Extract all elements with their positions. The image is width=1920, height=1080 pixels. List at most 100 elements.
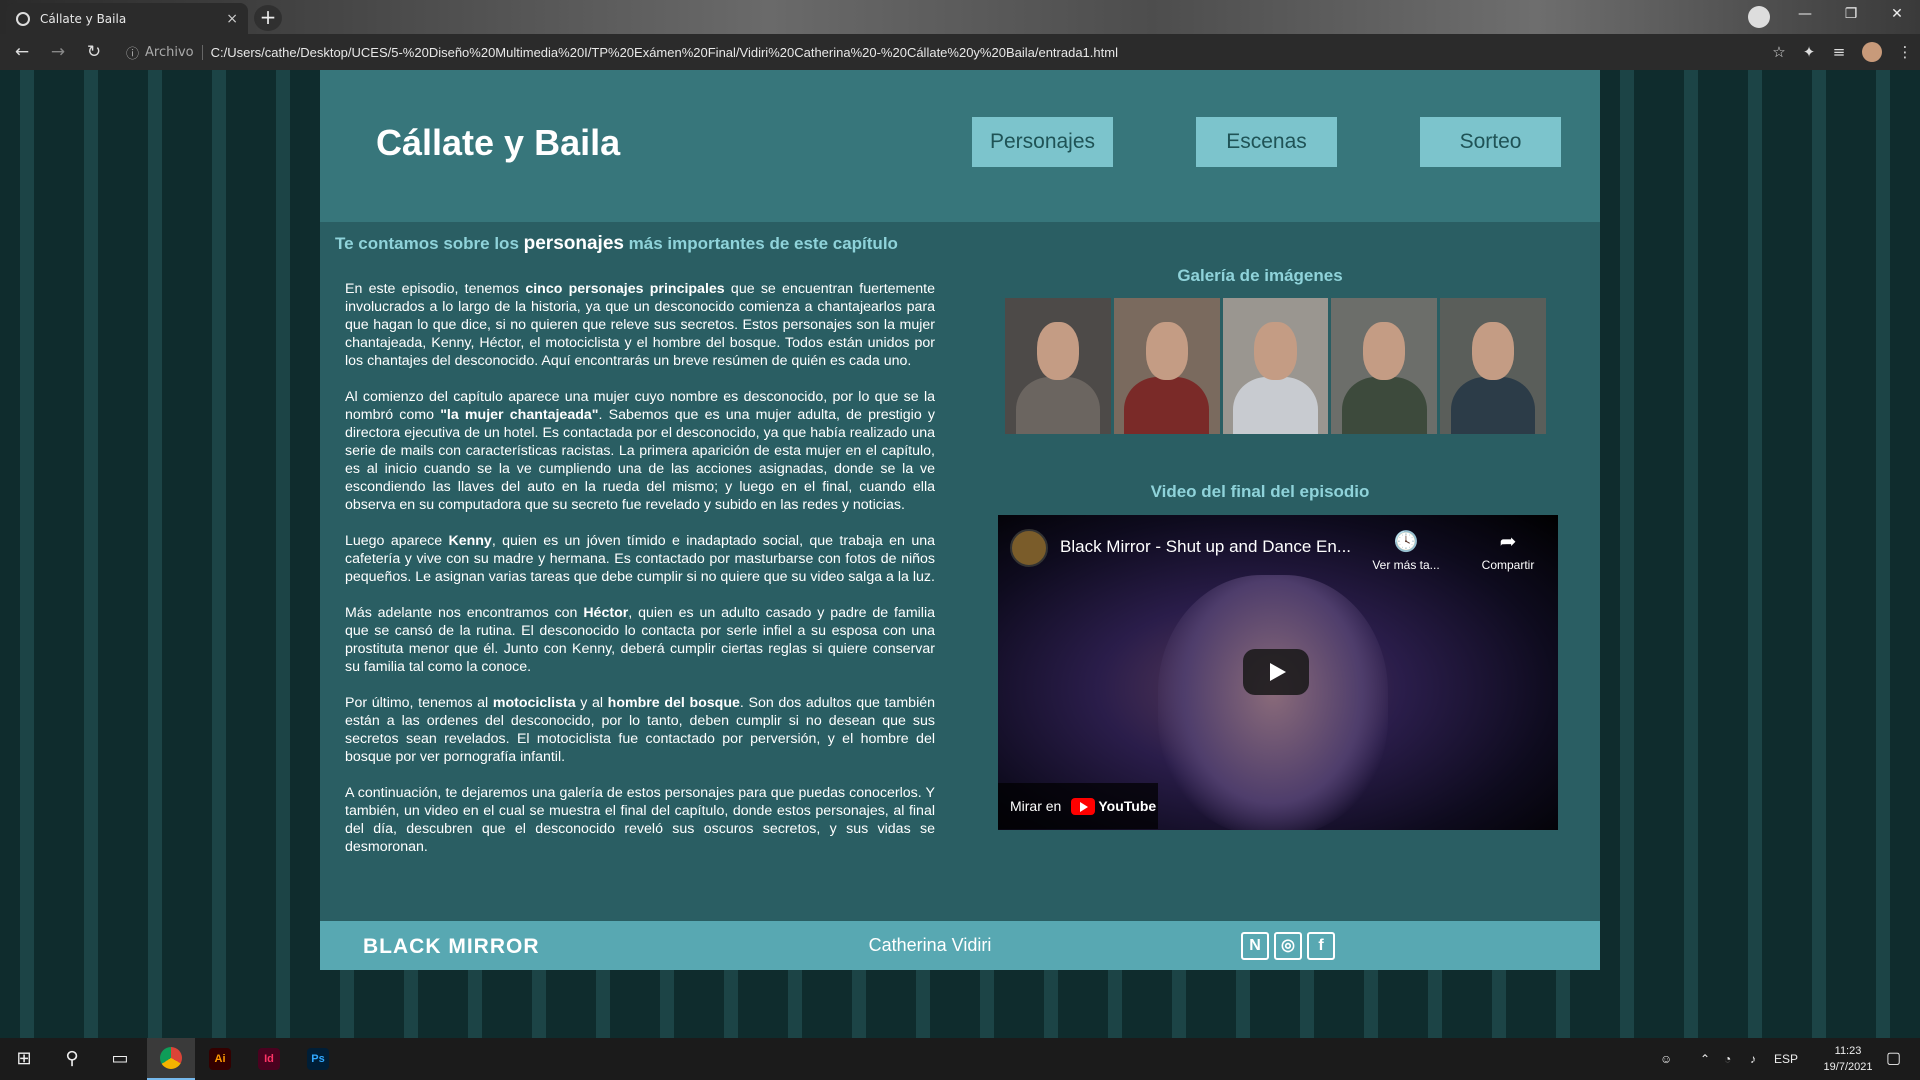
paragraph-text: Luego aparece <box>345 533 449 549</box>
clock-time: 11:23 <box>1834 1045 1862 1057</box>
browser-tab[interactable]: Cállate y Baila × <box>6 3 248 34</box>
windows-start-icon[interactable]: ⊞ <box>0 1038 48 1080</box>
share-icon: ➦ <box>1499 531 1517 553</box>
paragraph-text: y al <box>575 695 608 711</box>
thumbnail-figure <box>1124 376 1209 434</box>
back-icon[interactable]: ← <box>8 42 36 62</box>
profile-menu-icon[interactable] <box>1748 6 1770 28</box>
gallery-thumbnail[interactable] <box>1440 298 1546 434</box>
paragraph-text: En este episodio, tenemos <box>345 281 526 297</box>
thumbnail-face <box>1036 322 1080 380</box>
site-container: Cállate y Baila Personajes Escenas Sorte… <box>320 70 1600 970</box>
instagram-icon[interactable]: ◎ <box>1274 932 1302 960</box>
tab-title: Cállate y Baila <box>40 11 127 26</box>
watch-on-youtube-button[interactable]: Mirar en YouTube <box>998 783 1158 829</box>
notifications-icon[interactable]: ▢ <box>1886 1038 1901 1080</box>
system-clock[interactable]: 11:23 19/7/2021 <box>1818 1043 1878 1075</box>
reload-icon[interactable]: ↻ <box>80 42 108 62</box>
paragraph-text: Más adelante nos encontramos con <box>345 605 584 621</box>
article-paragraph: Más adelante nos encontramos con Héctor,… <box>345 604 935 676</box>
illustrator-icon: Ai <box>209 1048 231 1070</box>
thumbnail-face <box>1363 322 1406 380</box>
clock-icon: 🕓 <box>1393 531 1419 553</box>
address-bar: ← → ↻ ⓘ Archivo C:/Users/cathe/Desktop/U… <box>0 34 1920 70</box>
info-icon[interactable]: ⓘ <box>126 43 139 62</box>
intro-pre: Te contamos sobre los <box>335 234 524 253</box>
forward-icon[interactable]: → <box>44 42 72 62</box>
watch-later-button[interactable]: 🕓 Ver más ta... <box>1366 529 1446 572</box>
taskbar-illustrator[interactable]: Ai <box>196 1038 244 1080</box>
thumbnail-face <box>1145 322 1188 380</box>
url-field[interactable]: C:/Users/cathe/Desktop/UCES/5-%20Diseño%… <box>211 45 1764 60</box>
nav-personajes[interactable]: Personajes <box>972 117 1113 167</box>
search-icon[interactable]: ⚲ <box>48 1038 96 1080</box>
close-window-icon[interactable]: ✕ <box>1874 0 1920 30</box>
highlight-text: Kenny <box>448 533 492 549</box>
menu-icon[interactable]: ⋮ <box>1890 43 1920 61</box>
paragraph-text: A continuación, te dejaremos una galería… <box>345 785 935 855</box>
nav-escenas[interactable]: Escenas <box>1196 117 1337 167</box>
video-thumbnail-face <box>1158 575 1388 830</box>
task-view-icon[interactable]: ▭ <box>96 1038 144 1080</box>
gallery-title: Galería de imágenes <box>1177 266 1343 285</box>
indesign-icon: Id <box>258 1048 280 1070</box>
minimize-icon[interactable]: — <box>1782 0 1828 30</box>
clock-date: 19/7/2021 <box>1823 1061 1873 1073</box>
gallery-thumbnail[interactable] <box>1005 298 1111 434</box>
facebook-icon[interactable]: f <box>1307 932 1335 960</box>
video-embed-title[interactable]: Black Mirror - Shut up and Dance En... <box>1060 537 1351 557</box>
site-header: Cállate y Baila Personajes Escenas Sorte… <box>320 70 1600 222</box>
site-footer: BLACK MIRROR Catherina Vidiri N ◎ f <box>320 921 1600 970</box>
youtube-logo: YouTube <box>1071 797 1156 815</box>
channel-avatar[interactable] <box>1010 529 1048 567</box>
thumbnail-figure <box>1341 376 1427 434</box>
reading-list-icon[interactable]: ≡ <box>1824 43 1854 61</box>
photoshop-icon: Ps <box>307 1048 329 1070</box>
restore-icon[interactable]: ❐ <box>1828 0 1874 30</box>
thumbnail-figure <box>1450 376 1536 434</box>
site-title: Cállate y Baila <box>376 122 621 163</box>
share-label: Compartir <box>1481 558 1535 572</box>
nav-sorteo[interactable]: Sorteo <box>1420 117 1561 167</box>
volume-icon[interactable]: ♪ <box>1750 1038 1756 1080</box>
footer-author: Catherina Vidiri <box>868 935 992 955</box>
extensions-icon[interactable]: ✦ <box>1794 43 1824 61</box>
highlight-text: Héctor <box>583 605 629 621</box>
youtube-embed[interactable]: Black Mirror - Shut up and Dance En... 🕓… <box>998 515 1558 830</box>
image-gallery <box>1005 298 1546 434</box>
star-icon[interactable]: ☆ <box>1764 43 1794 61</box>
new-tab-button[interactable]: + <box>254 5 282 31</box>
watch-on-label: Mirar en <box>1010 798 1062 814</box>
windows-taskbar: ⊞ ⚲ ▭ Ai Id Ps ☺ ⌃ ◔ ♪ ESP 11:23 19/7/20… <box>0 1038 1920 1080</box>
tray-expand-icon[interactable]: ⌃ <box>1700 1038 1710 1080</box>
page-favicon-icon <box>16 11 30 26</box>
share-button[interactable]: ➦ Compartir <box>1468 529 1548 572</box>
highlight-text: hombre del bosque <box>607 695 740 711</box>
profile-avatar[interactable] <box>1862 42 1882 62</box>
thumbnail-face <box>1471 322 1515 380</box>
taskbar-indesign[interactable]: Id <box>245 1038 293 1080</box>
article-paragraph: A continuación, te dejaremos una galería… <box>345 784 935 856</box>
taskbar-photoshop[interactable]: Ps <box>294 1038 342 1080</box>
thumbnail-figure <box>1233 376 1318 434</box>
gallery-thumbnail[interactable] <box>1222 298 1329 434</box>
taskbar-chrome[interactable] <box>147 1038 195 1080</box>
close-tab-icon[interactable]: × <box>226 11 238 27</box>
play-button[interactable] <box>1243 649 1309 695</box>
article-paragraph: Al comienzo del capítulo aparece una muj… <box>345 388 935 514</box>
network-icon[interactable]: ◔ <box>1724 1038 1731 1080</box>
highlight-text: motociclista <box>492 695 576 711</box>
section-intro-heading: Te contamos sobre los personajes más imp… <box>335 233 898 255</box>
people-icon[interactable]: ☺ <box>1660 1038 1672 1080</box>
video-title: Video del final del episodio <box>1150 482 1370 501</box>
netflix-icon[interactable]: N <box>1241 932 1269 960</box>
youtube-play-icon <box>1071 797 1096 815</box>
black-mirror-logo: BLACK MIRROR <box>363 935 540 958</box>
article-body: En este episodio, tenemos cinco personaj… <box>345 280 935 874</box>
intro-highlight: personajes <box>523 233 624 254</box>
thumbnail-figure <box>1015 376 1101 434</box>
chrome-icon <box>160 1047 182 1069</box>
gallery-thumbnail[interactable] <box>1113 298 1220 434</box>
language-indicator[interactable]: ESP <box>1774 1038 1798 1080</box>
gallery-thumbnail[interactable] <box>1331 298 1438 434</box>
